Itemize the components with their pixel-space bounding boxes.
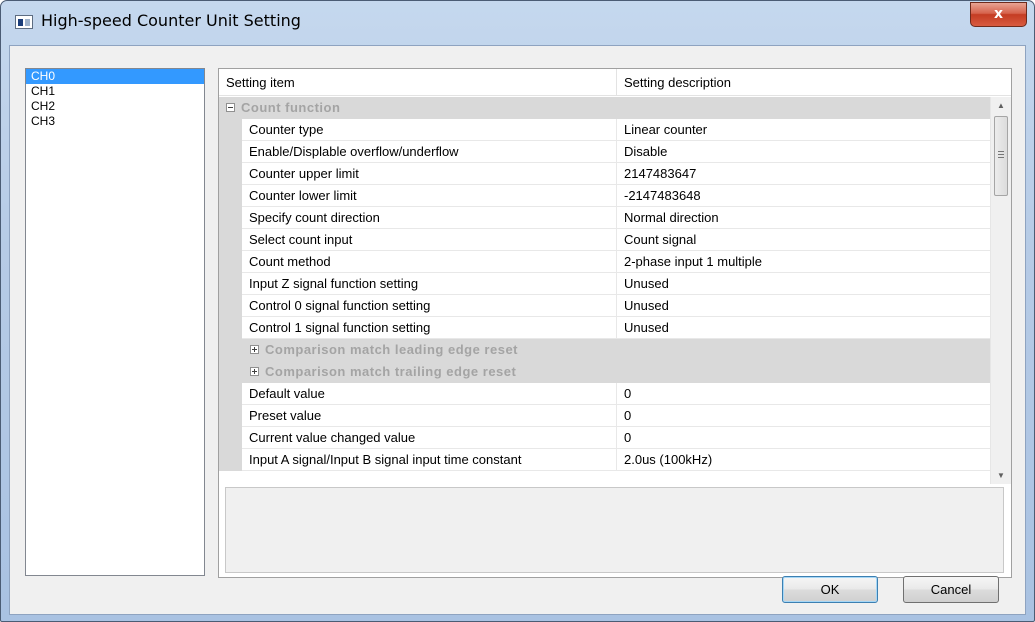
setting-name: Count method <box>242 251 617 273</box>
subcategory-title: Comparison match trailing edge reset <box>265 364 517 379</box>
vertical-scrollbar[interactable]: ▲ ▼ <box>990 97 1011 484</box>
subcategory-label: Comparison match trailing edge reset <box>250 361 516 383</box>
grid-header: Setting item Setting description <box>219 69 1011 96</box>
setting-name: Counter lower limit <box>242 185 617 207</box>
setting-name: Counter upper limit <box>242 163 617 185</box>
setting-name: Current value changed value <box>242 427 617 449</box>
close-button[interactable]: x <box>970 2 1027 27</box>
scroll-down-arrow-icon[interactable]: ▼ <box>991 467 1011 484</box>
header-setting-description[interactable]: Setting description <box>617 69 731 96</box>
setting-name: Control 0 signal function setting <box>242 295 617 317</box>
setting-row[interactable]: Current value changed value 0 <box>219 427 990 449</box>
subcategory-row-trailing-edge-reset[interactable]: Comparison match trailing edge reset <box>219 361 990 383</box>
channel-item-ch0[interactable]: CH0 <box>26 69 204 84</box>
dialog-client-area: CH0 CH1 CH2 CH3 Setting item Setting des… <box>9 45 1026 615</box>
setting-name: Input Z signal function setting <box>242 273 617 295</box>
setting-value[interactable]: -2147483648 <box>617 185 990 207</box>
setting-row[interactable]: Default value 0 <box>219 383 990 405</box>
header-setting-item[interactable]: Setting item <box>219 69 295 96</box>
category-title: Count function <box>241 100 341 115</box>
grid-body: Count function Counter type Linear counte… <box>219 97 990 484</box>
setting-name: Control 1 signal function setting <box>242 317 617 339</box>
row-indent <box>219 163 242 185</box>
row-indent <box>219 449 242 471</box>
setting-name: Default value <box>242 383 617 405</box>
subcategory-label: Comparison match leading edge reset <box>250 339 518 361</box>
setting-value[interactable]: Normal direction <box>617 207 990 229</box>
row-indent <box>219 207 242 229</box>
setting-row[interactable]: Select count input Count signal <box>219 229 990 251</box>
row-indent <box>219 405 242 427</box>
setting-name: Counter type <box>242 119 617 141</box>
setting-value[interactable]: Count signal <box>617 229 990 251</box>
setting-value[interactable]: 2-phase input 1 multiple <box>617 251 990 273</box>
setting-row[interactable]: Counter type Linear counter <box>219 119 990 141</box>
row-indent <box>219 317 242 339</box>
setting-row[interactable]: Counter lower limit -2147483648 <box>219 185 990 207</box>
category-label: Count function <box>226 97 340 119</box>
description-panel <box>225 487 1004 573</box>
collapse-icon[interactable] <box>226 103 235 113</box>
setting-row[interactable]: Control 0 signal function setting Unused <box>219 295 990 317</box>
category-row-count-function[interactable]: Count function <box>219 97 990 119</box>
setting-value[interactable]: 2.0us (100kHz) <box>617 449 990 471</box>
cancel-button[interactable]: Cancel <box>903 576 999 603</box>
setting-value[interactable]: Linear counter <box>617 119 990 141</box>
setting-row[interactable]: Control 1 signal function setting Unused <box>219 317 990 339</box>
channel-item-ch1[interactable]: CH1 <box>26 84 204 99</box>
ok-button[interactable]: OK <box>782 576 878 603</box>
grip-icon <box>998 151 1004 158</box>
setting-name: Specify count direction <box>242 207 617 229</box>
row-indent <box>219 119 242 141</box>
setting-row[interactable]: Input Z signal function setting Unused <box>219 273 990 295</box>
expand-icon[interactable] <box>250 345 259 355</box>
setting-value[interactable]: Unused <box>617 295 990 317</box>
setting-value[interactable]: 0 <box>617 383 990 405</box>
row-indent <box>219 141 242 163</box>
setting-row[interactable]: Preset value 0 <box>219 405 990 427</box>
subcategory-row-leading-edge-reset[interactable]: Comparison match leading edge reset <box>219 339 990 361</box>
expand-icon[interactable] <box>250 367 259 377</box>
setting-row[interactable]: Enable/Displable overflow/underflow Disab… <box>219 141 990 163</box>
scroll-up-arrow-icon[interactable]: ▲ <box>991 97 1011 114</box>
row-indent <box>219 273 242 295</box>
row-indent <box>219 427 242 449</box>
setting-value[interactable]: Unused <box>617 273 990 295</box>
row-indent <box>219 185 242 207</box>
channel-item-ch3[interactable]: CH3 <box>26 114 204 129</box>
row-indent <box>219 383 242 405</box>
setting-value[interactable]: 0 <box>617 405 990 427</box>
setting-row[interactable]: Input A signal/Input B signal input time… <box>219 449 990 471</box>
subcategory-title: Comparison match leading edge reset <box>265 342 519 357</box>
scrollbar-thumb[interactable] <box>994 116 1008 196</box>
setting-name: Preset value <box>242 405 617 427</box>
setting-row[interactable]: Specify count direction Normal direction <box>219 207 990 229</box>
row-indent <box>219 295 242 317</box>
dialog-window: High-speed Counter Unit Setting x CH0 CH… <box>0 0 1035 622</box>
setting-row[interactable]: Counter upper limit 2147483647 <box>219 163 990 185</box>
setting-value[interactable]: Disable <box>617 141 990 163</box>
setting-name: Select count input <box>242 229 617 251</box>
channel-item-ch2[interactable]: CH2 <box>26 99 204 114</box>
window-title: High-speed Counter Unit Setting <box>41 11 301 30</box>
setting-row[interactable]: Count method 2-phase input 1 multiple <box>219 251 990 273</box>
row-indent <box>219 229 242 251</box>
setting-value[interactable]: Unused <box>617 317 990 339</box>
title-bar[interactable]: High-speed Counter Unit Setting x <box>1 1 1034 45</box>
setting-name: Enable/Displable overflow/underflow <box>242 141 617 163</box>
setting-name: Input A signal/Input B signal input time… <box>242 449 617 471</box>
row-indent <box>219 251 242 273</box>
setting-value[interactable]: 0 <box>617 427 990 449</box>
setting-value[interactable]: 2147483647 <box>617 163 990 185</box>
app-icon <box>15 15 33 29</box>
channel-list[interactable]: CH0 CH1 CH2 CH3 <box>25 68 205 576</box>
settings-grid: Setting item Setting description Count f… <box>218 68 1012 578</box>
